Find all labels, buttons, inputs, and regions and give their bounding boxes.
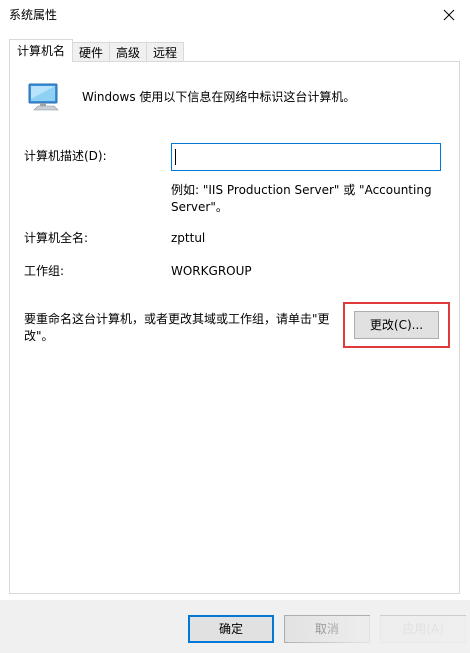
apply-button[interactable]: 应用(A)	[380, 615, 466, 643]
close-icon[interactable]	[438, 4, 460, 26]
full-name-label: 计算机全名:	[24, 231, 89, 245]
tab-computer-name[interactable]: 计算机名	[9, 39, 74, 62]
workgroup-value: WORKGROUP	[171, 264, 252, 278]
change-button[interactable]: 更改(C)...	[354, 311, 439, 339]
computer-description-input[interactable]	[171, 143, 441, 171]
tab-bar: 计算机名 硬件 高级 远程	[9, 39, 185, 62]
cancel-button[interactable]: 取消	[284, 615, 370, 643]
window-title: 系统属性	[9, 8, 58, 22]
title-bar: 系统属性	[0, 0, 470, 30]
dialog-footer: 确定 取消 应用(A)	[0, 600, 470, 653]
tab-remote[interactable]: 远程	[146, 42, 185, 62]
tab-hardware[interactable]: 硬件	[72, 42, 111, 62]
rename-instructions: 要重命名这台计算机，或者更改其域或工作组，请单击"更改"。	[24, 312, 330, 343]
ok-button[interactable]: 确定	[188, 615, 274, 643]
description-label: 计算机描述(D):	[24, 149, 107, 163]
intro-text: Windows 使用以下信息在网络中标识这台计算机。	[82, 90, 356, 104]
workgroup-label: 工作组:	[24, 264, 65, 278]
text-caret	[175, 149, 176, 165]
full-name-value: zpttul	[171, 231, 206, 245]
description-example: 例如: "IIS Production Server" 或 "Accountin…	[171, 183, 432, 214]
computer-icon	[28, 83, 59, 111]
tab-advanced[interactable]: 高级	[109, 42, 148, 62]
tab-panel-computer-name: Windows 使用以下信息在网络中标识这台计算机。 计算机描述(D): 例如:…	[9, 61, 460, 594]
